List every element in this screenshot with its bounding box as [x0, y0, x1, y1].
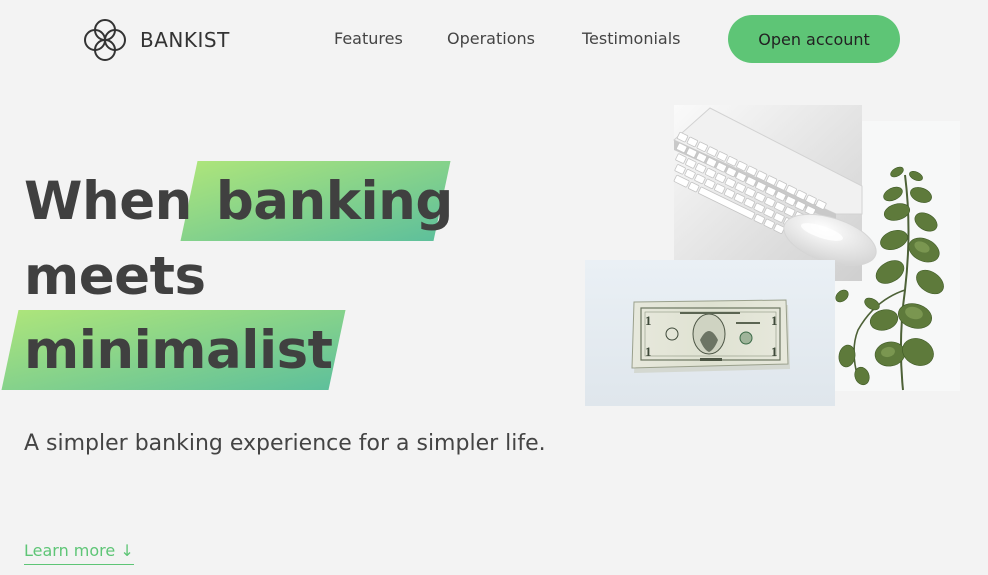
- hero-image: 1 1 1 1: [585, 105, 960, 406]
- svg-text:1: 1: [771, 344, 778, 359]
- keyboard-photo: [673, 105, 877, 281]
- dollar-bill-photo: 1 1 1 1: [585, 260, 835, 406]
- svg-text:1: 1: [645, 313, 652, 328]
- svg-text:1: 1: [771, 313, 778, 328]
- svg-text:1: 1: [645, 344, 652, 359]
